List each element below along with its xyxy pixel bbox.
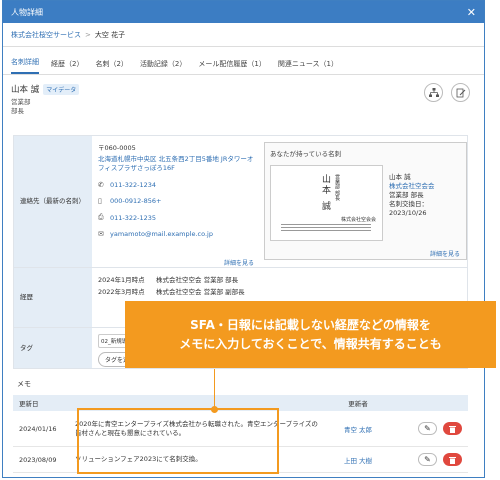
- postal-code: 〒060-0005: [98, 144, 136, 152]
- callout-banner: SFA・日報には記載しない経歴などの情報を メモに入力しておくことで、情報共有す…: [125, 301, 496, 368]
- delete-memo-button[interactable]: [443, 422, 462, 435]
- breadcrumb: 株式会社桜空サービス > 大空 花子: [3, 23, 484, 47]
- person-department: 営業部: [11, 98, 31, 106]
- tab-cards[interactable]: 名刺（2）: [95, 59, 127, 74]
- owned-card-box: あなたが持っている名刺 山本 誠 営業部 部長 株式会社空会会 山本 誠 株式会…: [264, 142, 467, 260]
- memo-col-user: 更新者: [348, 400, 368, 408]
- email-link[interactable]: yamamoto@mail.example.co.jp: [110, 230, 213, 238]
- pencil-icon: ✎: [424, 424, 431, 433]
- tab-career[interactable]: 経歴（2）: [51, 59, 83, 74]
- card-name: 山本 誠: [389, 173, 411, 181]
- card-more-link[interactable]: 詳細を見る: [430, 249, 460, 258]
- fax-link[interactable]: 011-322-1235: [110, 214, 156, 222]
- trash-icon: [449, 456, 456, 464]
- org-chart-icon: [428, 88, 439, 97]
- card-image-title: 営業部 部長: [334, 174, 340, 201]
- career-entry: 2024年1月時点 株式会社空空会 営業部 部長: [98, 276, 239, 284]
- tab-mail-history[interactable]: メール配信履歴（1）: [198, 59, 265, 74]
- mobile-icon: ▯: [98, 197, 102, 205]
- owned-card-title: あなたが持っている名刺: [270, 150, 342, 158]
- table-row: 2024/01/16 2020年に青空エンタープライズ株式会社から転職された。青…: [13, 411, 468, 447]
- memo-title: メモ: [17, 380, 31, 388]
- memo-user-link[interactable]: 青空 太郎: [323, 424, 393, 434]
- tab-news[interactable]: 関連ニュース（1）: [278, 59, 338, 74]
- phone-link[interactable]: 011-322-1234: [110, 181, 156, 189]
- callout-line2: メモに入力しておくことで、情報共有することも: [179, 336, 442, 351]
- fax-icon: ⎙: [98, 213, 104, 221]
- mydata-badge: マイデータ: [43, 83, 80, 95]
- breadcrumb-separator: >: [85, 30, 91, 39]
- tab-bar: 名刺詳細 経歴（2） 名刺（2） 活動記録（2） メール配信履歴（1） 関連ニュ…: [3, 55, 484, 75]
- card-image-company: 株式会社空会会: [340, 217, 376, 223]
- org-chart-button[interactable]: [424, 83, 443, 102]
- career-label: 経歴: [14, 268, 92, 327]
- contact-label: 連絡先（最新の名刺）: [14, 136, 92, 267]
- pencil-icon: ✎: [424, 455, 431, 464]
- memo-header: 更新日 更新者: [13, 395, 468, 411]
- card-company-link[interactable]: 株式会社空会会: [389, 182, 459, 191]
- memo-text: ソリューションフェア2023にて名刺交換。: [75, 455, 202, 463]
- contact-row: 連絡先（最新の名刺） 〒060-0005 北海道札幌市中央区 北五条西2丁目5番…: [14, 136, 467, 268]
- person-position: 部長: [11, 107, 24, 115]
- edit-memo-button[interactable]: ✎: [418, 422, 437, 435]
- card-exchange-date: 名刺交換日：2023/10/26: [389, 200, 428, 217]
- breadcrumb-person: 大空 花子: [94, 30, 126, 39]
- window-title: 人物詳細: [11, 7, 43, 17]
- callout-line1: SFA・日報には記載しない経歴などの情報を: [190, 317, 431, 332]
- memo-user-link[interactable]: 上田 大樹: [323, 455, 393, 465]
- breadcrumb-company[interactable]: 株式会社桜空サービス: [11, 30, 81, 40]
- phone-icon: ✆: [98, 181, 104, 189]
- tab-activity[interactable]: 活動記録（2）: [140, 59, 186, 74]
- person-name: 山本 誠: [11, 85, 40, 95]
- close-icon[interactable]: ✕: [467, 6, 476, 19]
- business-card-image[interactable]: 山本 誠 営業部 部長 株式会社空会会: [270, 165, 383, 241]
- career-entry: 2022年3月時点 株式会社空空会 営業部 副部長: [98, 288, 245, 296]
- edit-memo-button[interactable]: ✎: [418, 453, 437, 466]
- person-detail-window: 人物詳細 ✕ 株式会社桜空サービス > 大空 花子 名刺詳細 経歴（2） 名刺（…: [2, 0, 485, 478]
- trash-icon: [449, 425, 456, 433]
- mobile-link[interactable]: 000-0912-856+: [110, 197, 162, 205]
- callout-connector: [214, 369, 215, 411]
- memo-col-date: 更新日: [19, 400, 39, 408]
- person-header: 山本 誠 マイデータ 営業部 部長: [3, 75, 484, 121]
- address-link[interactable]: 北海道札幌市中央区 北五条西2丁目5番地 JRタワーオフィスプラザさっぽろ16F: [98, 155, 258, 173]
- table-row: 2023/08/09 ソリューションフェア2023にて名刺交換。 上田 大樹 ✎: [13, 447, 468, 473]
- mail-icon: ✉: [98, 230, 104, 238]
- contact-detail-link[interactable]: 詳細を見る: [224, 258, 254, 267]
- card-dept: 営業部 部長: [389, 191, 424, 199]
- edit-note-button[interactable]: [451, 83, 470, 102]
- callout-dot: [211, 406, 218, 413]
- tag-label: タグ: [14, 328, 92, 368]
- edit-note-icon: [456, 88, 465, 97]
- memo-table: 更新日 更新者 2024/01/16 2020年に青空エンタープライズ株式会社か…: [13, 395, 468, 473]
- tab-card-detail[interactable]: 名刺詳細: [11, 57, 39, 74]
- memo-text: 2020年に青空エンタープライズ株式会社から転職された。青空エンタープライズの皆…: [75, 419, 318, 437]
- delete-memo-button[interactable]: [443, 453, 462, 466]
- window-titlebar: 人物詳細 ✕: [3, 1, 484, 23]
- card-image-name: 山本 誠: [320, 174, 330, 212]
